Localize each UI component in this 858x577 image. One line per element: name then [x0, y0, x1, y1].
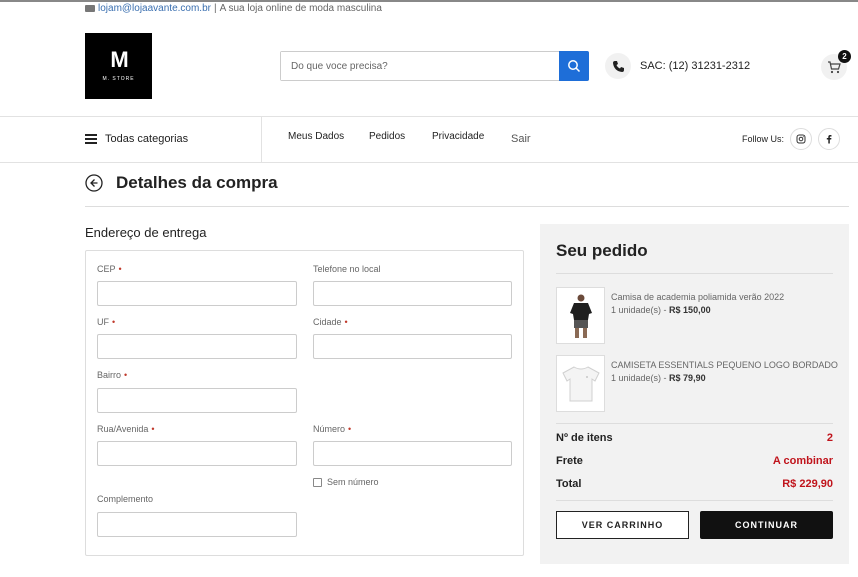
all-categories-label: Todas categorias — [105, 133, 189, 145]
product-name[interactable]: CAMISETA ESSENTIALS PEQUENO LOGO BORDADO — [611, 360, 838, 370]
nav-item-sair[interactable]: Sair — [511, 133, 531, 145]
complement-label: Complemento — [97, 494, 154, 504]
street-field[interactable] — [97, 441, 297, 466]
facebook-icon[interactable] — [818, 128, 841, 150]
order-item: Camisa de academia poliamida verão 2022 … — [556, 287, 784, 344]
uf-field[interactable] — [97, 334, 297, 359]
shipping-value: A combinar — [772, 455, 833, 467]
nav-item-pedidos[interactable]: Pedidos — [369, 131, 405, 142]
nav-vertical-divider — [261, 117, 262, 162]
logo-mark: M — [110, 47, 128, 72]
product-thumbnail[interactable] — [556, 355, 605, 412]
logo-text: M. STORE — [102, 76, 135, 82]
contact-email[interactable]: lojam@lojaavante.com.br — [98, 3, 211, 14]
search-bar — [280, 51, 589, 81]
number-field[interactable] — [313, 441, 512, 466]
hamburger-icon — [85, 134, 97, 144]
continue-button[interactable]: CONTINUAR — [700, 511, 833, 539]
nav-item-privacidade[interactable]: Privacidade — [432, 131, 484, 142]
store-logo[interactable]: M M. STORE — [85, 33, 152, 99]
shipping-row: Frete A combinar — [556, 455, 833, 467]
items-count-value: 2 — [826, 432, 833, 444]
search-icon — [568, 60, 581, 73]
page-title: Detalhes da compra — [116, 173, 278, 192]
cart-button[interactable]: 2 — [821, 50, 851, 80]
page-header-divider — [85, 206, 849, 207]
delivery-address-title: Endereço de entrega — [85, 225, 207, 240]
store-tagline: A sua loja online de moda masculina — [219, 3, 382, 14]
street-label: Rua/Avenida • — [97, 424, 155, 434]
top-info-bar: lojam@lojaavante.com.br | A sua loja onl… — [85, 3, 382, 14]
shipping-label: Frete — [556, 455, 583, 467]
cep-label: CEP • — [97, 264, 122, 274]
sac-phone: SAC: (12) 31231-2312 — [640, 60, 751, 72]
follow-us-label: Follow Us: — [742, 134, 785, 144]
total-value: R$ 229,90 — [782, 478, 833, 490]
uf-label: UF • — [97, 317, 116, 327]
phone-icon — [605, 53, 631, 79]
order-summary-panel: Seu pedido Camisa de academia poliamida … — [540, 224, 849, 564]
city-label: Cidade • — [313, 317, 348, 327]
mail-icon — [85, 5, 95, 12]
dark-shirt-image — [569, 294, 592, 338]
nav-bottom-divider — [0, 162, 858, 163]
complement-field[interactable] — [97, 512, 297, 537]
nav-top-divider — [0, 116, 858, 117]
summary-divider — [556, 423, 833, 424]
order-item: CAMISETA ESSENTIALS PEQUENO LOGO BORDADO… — [556, 355, 838, 412]
buttons-divider — [556, 500, 833, 501]
view-cart-button[interactable]: VER CARRINHO — [556, 511, 689, 539]
phone-label: Telefone no local — [313, 264, 381, 274]
sac-contact: SAC: (12) 31231-2312 — [605, 53, 750, 79]
neighborhood-field[interactable] — [97, 388, 297, 413]
follow-us: Follow Us: — [742, 128, 841, 150]
product-thumbnail[interactable] — [556, 287, 605, 344]
number-label: Número • — [313, 424, 352, 434]
white-shirt-image — [561, 365, 600, 401]
cart-icon — [828, 60, 841, 73]
items-count-label: Nº de itens — [556, 432, 613, 444]
city-field[interactable] — [313, 334, 512, 359]
no-number-label: Sem número — [327, 477, 379, 487]
product-quantity: 1 unidade(s) - R$ 79,90 — [611, 373, 706, 383]
total-label: Total — [556, 478, 582, 490]
all-categories-button[interactable]: Todas categorias — [85, 133, 188, 145]
total-row: Total R$ 229,90 — [556, 478, 833, 490]
no-number-checkbox[interactable]: Sem número — [313, 477, 379, 487]
phone-field[interactable] — [313, 281, 512, 306]
order-title: Seu pedido — [556, 241, 648, 260]
search-input[interactable] — [281, 52, 559, 80]
product-quantity: 1 unidade(s) - R$ 150,00 — [611, 305, 711, 315]
neighborhood-label: Bairro • — [97, 370, 128, 380]
order-divider — [556, 273, 833, 274]
checkbox-box[interactable] — [313, 477, 322, 487]
product-name[interactable]: Camisa de academia poliamida verão 2022 — [611, 292, 784, 302]
instagram-icon[interactable] — [790, 128, 813, 150]
cep-field[interactable] — [97, 281, 297, 306]
topbar-separator: | — [213, 3, 217, 14]
back-arrow-icon[interactable] — [85, 174, 103, 192]
page-header: Detalhes da compra — [85, 173, 278, 193]
items-count-row: Nº de itens 2 — [556, 432, 833, 444]
nav-item-meus-dados[interactable]: Meus Dados — [288, 131, 344, 142]
search-button[interactable] — [559, 51, 589, 81]
cart-count-badge: 2 — [838, 50, 851, 63]
top-border — [0, 0, 858, 2]
